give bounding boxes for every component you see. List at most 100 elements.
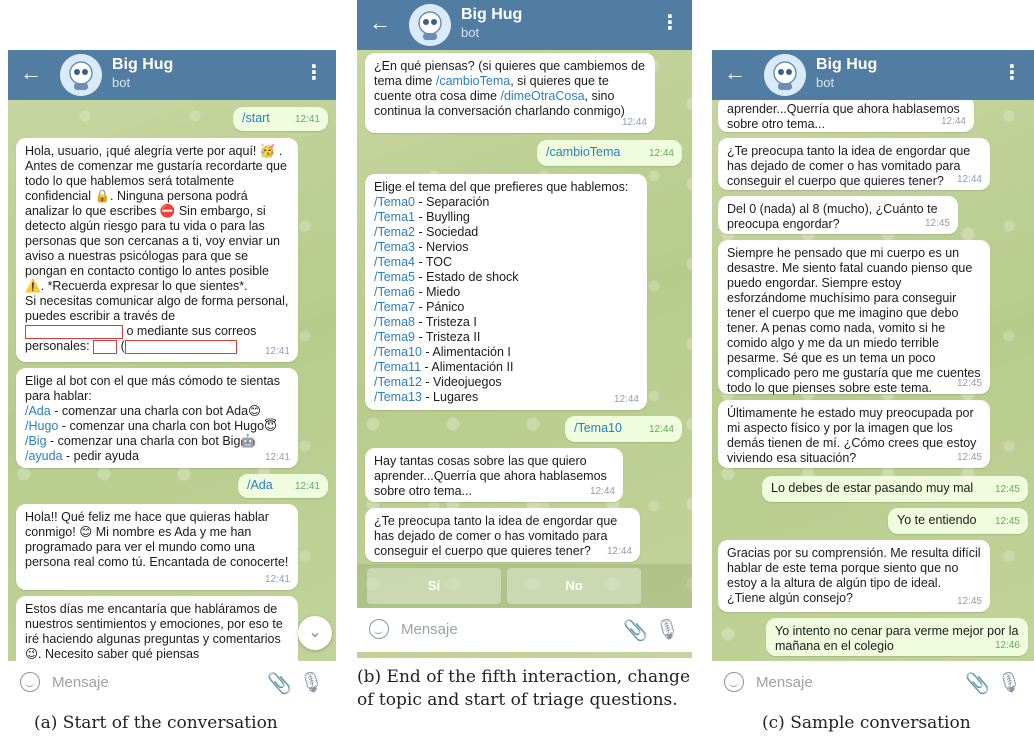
attach-icon[interactable]: 📎 — [267, 671, 292, 696]
message-time: 12:44 — [648, 148, 674, 159]
message-text: - comenzar una charla con bot Hugo😇 — [58, 419, 278, 433]
message-text: Últimamente he estado muy preocupada por… — [727, 406, 977, 465]
command-link[interactable]: /dimeOtraCosa — [500, 89, 584, 103]
command-link[interactable]: /Tema0 — [374, 195, 415, 209]
message-outgoing: /Ada 12:41 — [238, 474, 328, 498]
message-text: - Miedo — [415, 285, 461, 299]
message-text: Yo te entiendo — [897, 513, 977, 527]
message-time: 12:45 — [956, 596, 982, 607]
more-options-icon[interactable]: ⋮ — [1002, 63, 1022, 83]
command-link[interactable]: /Hugo — [25, 419, 58, 433]
emoji-icon[interactable] — [369, 619, 389, 639]
message-incoming: ¿En qué piensas? (si quieres que cambiem… — [365, 53, 655, 133]
command-link[interactable]: /Tema11 — [374, 360, 421, 374]
command-link[interactable]: /Tema9 — [374, 330, 415, 344]
command-link[interactable]: /ayuda — [25, 449, 63, 463]
message-input[interactable]: Mensaje — [401, 621, 458, 638]
message-text: - Alimentación I — [421, 345, 511, 359]
message-input[interactable]: Mensaje — [52, 674, 109, 691]
command-link[interactable]: /Tema7 — [374, 300, 415, 314]
message-text: Hola, usuario, ¡qué alegría verte por aq… — [25, 144, 287, 293]
caption-a: (a) Start of the conversation — [34, 713, 278, 733]
command-link[interactable]: /Tema3 — [374, 240, 415, 254]
message-incoming: Siempre he pensado que mi cuerpo es un d… — [718, 240, 990, 395]
back-arrow-icon[interactable]: ← — [20, 62, 42, 84]
command-link[interactable]: /Tema12 — [374, 375, 422, 389]
message-incoming: Del 0 (nada) al 8 (mucho), ¿Cuánto te pr… — [718, 196, 958, 234]
message-text: Yo intento no cenar para verme mejor por… — [775, 624, 1019, 653]
redacted-box — [124, 339, 237, 354]
message-outgoing: /cambioTema 12:44 — [537, 140, 682, 166]
message-time: 12:44 — [956, 174, 982, 185]
message-text: - Separación — [415, 195, 490, 209]
command-link[interactable]: /Tema8 — [374, 315, 415, 329]
message-incoming: Hola!! Qué feliz me hace que quieras hab… — [16, 504, 298, 590]
attach-icon[interactable]: 📎 — [623, 618, 648, 643]
microphone-icon[interactable]: 🎙 — [997, 670, 1022, 695]
message-text: - Nervios — [415, 240, 469, 254]
reply-button-si[interactable]: Sí — [367, 568, 501, 604]
command-link[interactable]: /Tema5 — [374, 270, 415, 284]
message-incoming: Elige al bot con el que más cómodo te si… — [16, 368, 298, 468]
microphone-icon[interactable]: 🎙 — [299, 670, 324, 695]
command-link[interactable]: /Tema10 — [574, 421, 622, 435]
message-text: - comenzar una charla con bot Ada😊 — [50, 404, 262, 418]
message-outgoing: Yo intento no cenar para verme mejor por… — [766, 618, 1028, 656]
command-link[interactable]: /Tema4 — [374, 255, 415, 269]
command-link[interactable]: /Ada — [25, 404, 51, 418]
message-incoming: Hola, usuario, ¡qué alegría verte por aq… — [16, 138, 298, 362]
reply-button-no[interactable]: No — [507, 568, 641, 604]
chat-screen-a: ← Big Hug bot ⋮ /start 12:41 Hola, usuar… — [8, 50, 336, 705]
bot-subtitle: bot — [112, 75, 131, 90]
chat-screen-c: ← Big Hug bot ⋮ aprender...Querría que a… — [712, 50, 1034, 705]
message-input[interactable]: Mensaje — [756, 674, 813, 691]
message-text: Estos días me encantaría que habláramos … — [25, 602, 283, 661]
command-link[interactable]: /Ada — [247, 478, 273, 492]
message-time: 12:45 — [994, 516, 1020, 527]
command-link[interactable]: /Tema1 — [374, 210, 415, 224]
redacted-box — [25, 324, 123, 339]
command-link[interactable]: /Tema13 — [374, 390, 422, 404]
message-text: aprender...Querría que ahora hablasemos … — [727, 102, 960, 131]
message-time: 12:44 — [648, 424, 674, 435]
more-options-icon[interactable]: ⋮ — [660, 13, 680, 33]
back-arrow-icon[interactable]: ← — [724, 62, 746, 84]
message-time: 12:41 — [264, 346, 290, 357]
message-composer: Mensaje 📎 🎙 — [712, 661, 1034, 705]
message-time: 12:41 — [294, 481, 320, 492]
message-time: 12:46 — [994, 640, 1020, 651]
command-link[interactable]: /Tema2 — [374, 225, 415, 239]
command-link[interactable]: /cambioTema — [546, 145, 620, 159]
message-text: - pedir ayuda — [62, 449, 139, 463]
message-text: ¿Te preocupa tanto la idea de engordar q… — [374, 514, 618, 558]
microphone-icon[interactable]: 🎙 — [655, 617, 680, 642]
redacted-box — [93, 339, 118, 354]
chat-screen-b: ← Big Hug bot ⋮ ¿En qué piensas? (si qui… — [357, 0, 692, 658]
attach-icon[interactable]: 📎 — [965, 671, 990, 696]
emoji-icon[interactable] — [724, 672, 744, 692]
message-text: Si necesitas comunicar algo de forma per… — [25, 294, 289, 323]
bot-avatar[interactable] — [764, 54, 806, 96]
message-text: Siempre he pensado que mi cuerpo es un d… — [727, 246, 981, 395]
message-text: Del 0 (nada) al 8 (mucho), ¿Cuánto te pr… — [727, 202, 938, 231]
command-link[interactable]: /Big — [25, 434, 47, 448]
back-arrow-icon[interactable]: ← — [369, 12, 391, 34]
message-time: 12:41 — [264, 574, 290, 585]
more-options-icon[interactable]: ⋮ — [304, 63, 324, 83]
message-incoming: ¿Te preocupa tanto la idea de engordar q… — [718, 138, 990, 190]
command-link[interactable]: /start — [242, 111, 270, 125]
bot-avatar[interactable] — [60, 54, 102, 96]
panel-a: ← Big Hug bot ⋮ /start 12:41 Hola, usuar… — [8, 0, 336, 741]
command-link[interactable]: /Tema10 — [374, 345, 422, 359]
message-time: 12:44 — [613, 394, 639, 405]
message-text: - Alimentación II — [421, 360, 514, 374]
scroll-down-button[interactable]: ⌄ — [298, 616, 332, 650]
command-link[interactable]: /cambioTema — [436, 74, 510, 88]
message-composer: Mensaje 📎 🎙 — [8, 661, 336, 705]
command-link[interactable]: /Tema6 — [374, 285, 415, 299]
message-incoming: aprender...Querría que ahora hablasemos … — [718, 96, 974, 132]
message-outgoing: /start 12:41 — [233, 107, 328, 131]
emoji-icon[interactable] — [20, 672, 40, 692]
message-incoming: ¿Te preocupa tanto la idea de engordar q… — [365, 508, 640, 562]
bot-avatar[interactable] — [409, 4, 451, 46]
